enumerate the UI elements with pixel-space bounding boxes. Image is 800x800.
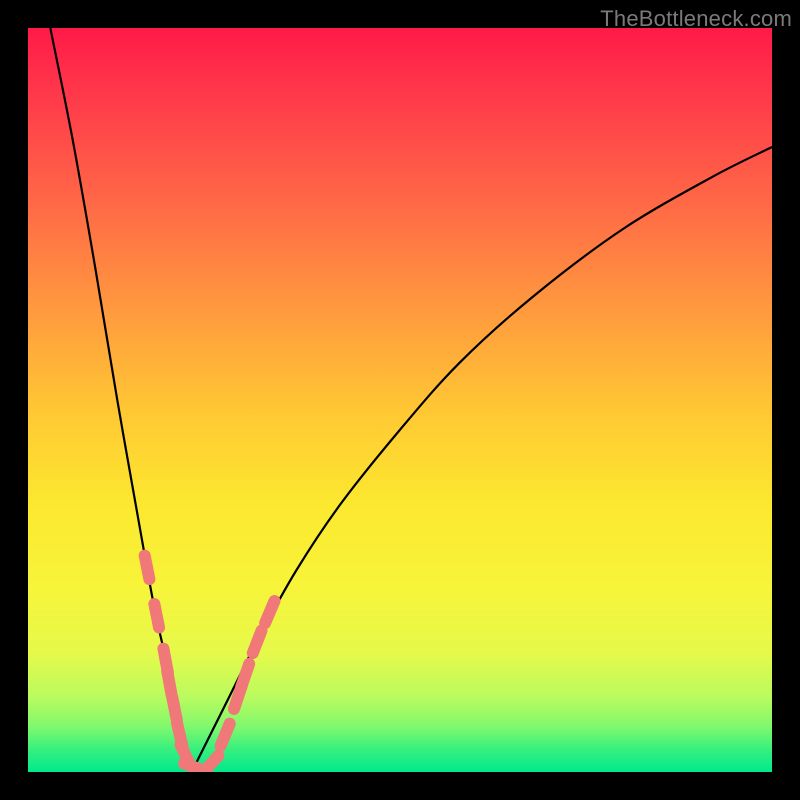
marker-pill [148, 598, 165, 634]
marker-pill [259, 595, 280, 629]
plot-area [28, 28, 772, 772]
marker-pill [139, 550, 156, 586]
marker-pill [247, 625, 268, 659]
outer-frame: TheBottleneck.com [0, 0, 800, 800]
curve-right-branch [192, 147, 772, 772]
marker-pill [235, 658, 255, 693]
chart-svg [28, 28, 772, 772]
marker-pill [215, 718, 236, 752]
marker-group [139, 550, 281, 772]
